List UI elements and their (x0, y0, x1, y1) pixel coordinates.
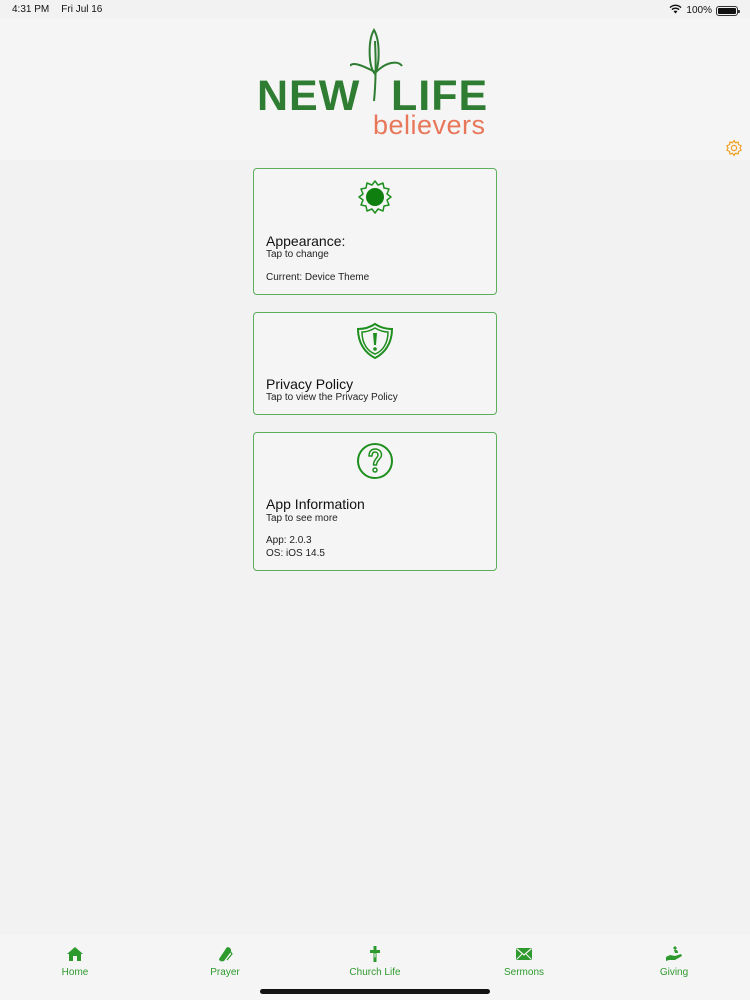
new-life-believers-logo: NEW LIFE believers (255, 26, 495, 146)
tab-sermons-label: Sermons (503, 967, 544, 978)
appearance-subtitle: Tap to change (266, 249, 329, 260)
wifi-icon (669, 4, 682, 17)
battery-percent: 100% (686, 5, 712, 16)
tab-home-label: Home (61, 967, 89, 978)
app-information-card[interactable]: App Information Tap to see more App: 2.0… (253, 432, 497, 571)
tab-sermons[interactable]: Sermons (474, 945, 574, 987)
settings-page: 4:31 PM Fri Jul 16 100% NEW LIFE believe… (0, 0, 750, 1000)
app-information-title: App Information (266, 496, 365, 512)
question-circle-icon (355, 441, 395, 481)
tab-prayer-label: Prayer (210, 967, 240, 978)
tab-prayer[interactable]: Prayer (175, 945, 275, 987)
home-icon (67, 947, 83, 961)
appearance-title: Appearance: (266, 233, 346, 249)
cross-icon (370, 946, 380, 962)
shield-alert-icon (355, 321, 395, 361)
settings-button[interactable] (724, 138, 744, 158)
status-time: 4:31 PM (12, 4, 50, 15)
appearance-card[interactable]: Appearance: Tap to change Current: Devic… (253, 168, 497, 295)
status-right: 100% (669, 4, 740, 17)
logo-new: NEW (257, 72, 361, 120)
tab-church-life[interactable]: Church Life (325, 945, 425, 987)
status-date: Fri Jul 16 (61, 4, 103, 15)
sun-gear-icon (355, 177, 395, 217)
battery-icon (716, 5, 740, 16)
tab-church-life-label: Church Life (349, 967, 401, 978)
envelope-icon (516, 948, 532, 960)
logo-believers: believers (373, 110, 486, 140)
giving-hand-icon (666, 946, 682, 961)
praying-hands-icon (219, 947, 233, 962)
privacy-policy-title: Privacy Policy (266, 376, 354, 392)
app-version: App: 2.0.3 (266, 535, 312, 546)
header: NEW LIFE believers (0, 18, 750, 160)
os-version: OS: iOS 14.5 (266, 548, 325, 559)
privacy-policy-subtitle: Tap to view the Privacy Policy (266, 392, 398, 403)
gear-icon (726, 139, 742, 157)
tab-giving[interactable]: Giving (624, 945, 724, 987)
tab-giving-label: Giving (659, 967, 689, 978)
home-indicator (260, 989, 490, 994)
tab-home[interactable]: Home (25, 945, 125, 987)
appearance-current: Current: Device Theme (266, 272, 370, 283)
status-bar: 4:31 PM Fri Jul 16 100% (0, 0, 750, 18)
privacy-policy-card[interactable]: Privacy Policy Tap to view the Privacy P… (253, 312, 497, 415)
status-left: 4:31 PM Fri Jul 16 (12, 4, 102, 15)
battery-level (718, 7, 736, 14)
app-information-subtitle: Tap to see more (266, 513, 338, 524)
